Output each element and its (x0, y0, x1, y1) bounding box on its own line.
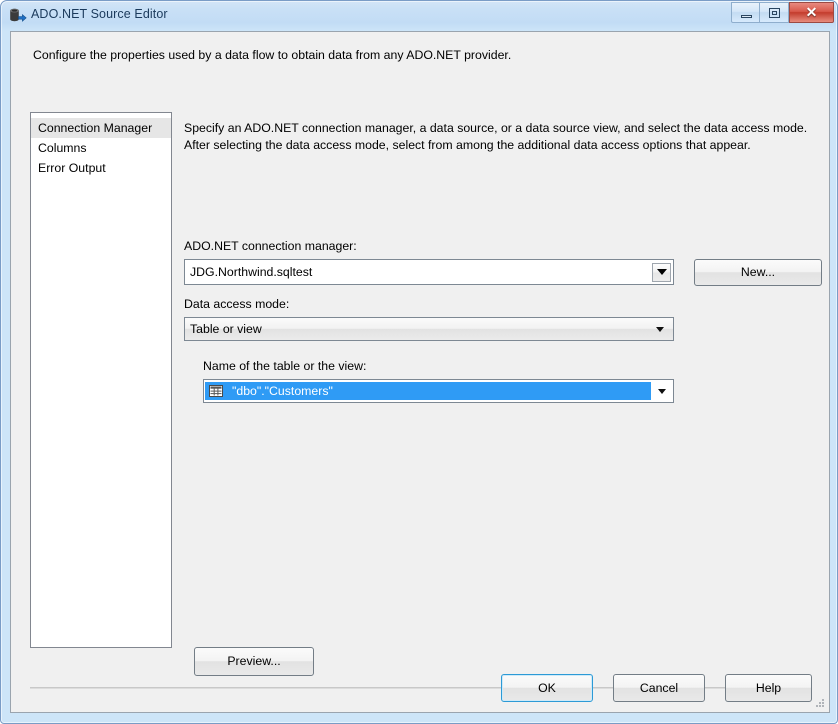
help-button-label: Help (756, 682, 781, 694)
window-frame: ADO.NET Source Editor ✕ Configure the pr… (0, 0, 838, 724)
preview-button-label: Preview... (227, 655, 280, 667)
chevron-down-icon[interactable] (652, 263, 671, 282)
preview-button[interactable]: Preview... (194, 647, 314, 676)
title-bar[interactable]: ADO.NET Source Editor ✕ (1, 1, 838, 31)
table-icon (209, 385, 223, 397)
chevron-down-icon (656, 327, 664, 332)
sidebar-item-columns[interactable]: Columns (31, 138, 171, 158)
resize-grip[interactable] (813, 696, 826, 709)
chevron-down-icon[interactable] (651, 389, 673, 394)
connection-manager-label: ADO.NET connection manager: (184, 239, 357, 253)
panel-instructions: Specify an ADO.NET connection manager, a… (184, 120, 821, 154)
dialog-client-area: Configure the properties used by a data … (10, 31, 830, 713)
help-button[interactable]: Help (725, 674, 812, 702)
close-button[interactable]: ✕ (789, 2, 834, 23)
cancel-button[interactable]: Cancel (613, 674, 705, 702)
sidebar-item-error-output[interactable]: Error Output (31, 158, 171, 178)
close-icon: ✕ (790, 3, 833, 22)
table-or-view-value: "dbo"."Customers" (232, 384, 333, 398)
maximize-button[interactable] (760, 2, 789, 23)
page-navigation-list[interactable]: Connection Manager Columns Error Output (30, 112, 172, 648)
sidebar-item-connection-manager[interactable]: Connection Manager (31, 118, 171, 138)
maximize-icon (769, 8, 780, 18)
ok-button[interactable]: OK (501, 674, 593, 702)
sidebar-item-label: Columns (38, 141, 87, 155)
sidebar-item-label: Error Output (38, 161, 106, 175)
table-or-view-combo[interactable]: "dbo"."Customers" (203, 379, 674, 403)
dialog-description: Configure the properties used by a data … (33, 48, 511, 62)
minimize-button[interactable] (731, 2, 760, 23)
window-controls: ✕ (731, 2, 834, 23)
new-connection-manager-button[interactable]: New... (694, 259, 822, 286)
table-or-view-selected-row[interactable]: "dbo"."Customers" (205, 382, 651, 400)
table-or-view-label: Name of the table or the view: (203, 359, 366, 373)
connection-manager-combo[interactable]: JDG.Northwind.sqltest (184, 259, 674, 285)
new-button-label: New... (741, 266, 775, 278)
minimize-icon (741, 15, 752, 18)
ok-button-label: OK (538, 682, 556, 694)
data-access-mode-value: Table or view (185, 322, 656, 336)
connection-manager-value: JDG.Northwind.sqltest (185, 265, 652, 279)
cancel-button-label: Cancel (640, 682, 678, 694)
database-source-icon (9, 8, 27, 24)
data-access-mode-label: Data access mode: (184, 297, 289, 311)
sidebar-item-label: Connection Manager (38, 121, 152, 135)
data-access-mode-combo[interactable]: Table or view (184, 317, 674, 341)
window-title: ADO.NET Source Editor (31, 7, 168, 21)
connection-manager-panel: Specify an ADO.NET connection manager, a… (176, 112, 821, 672)
